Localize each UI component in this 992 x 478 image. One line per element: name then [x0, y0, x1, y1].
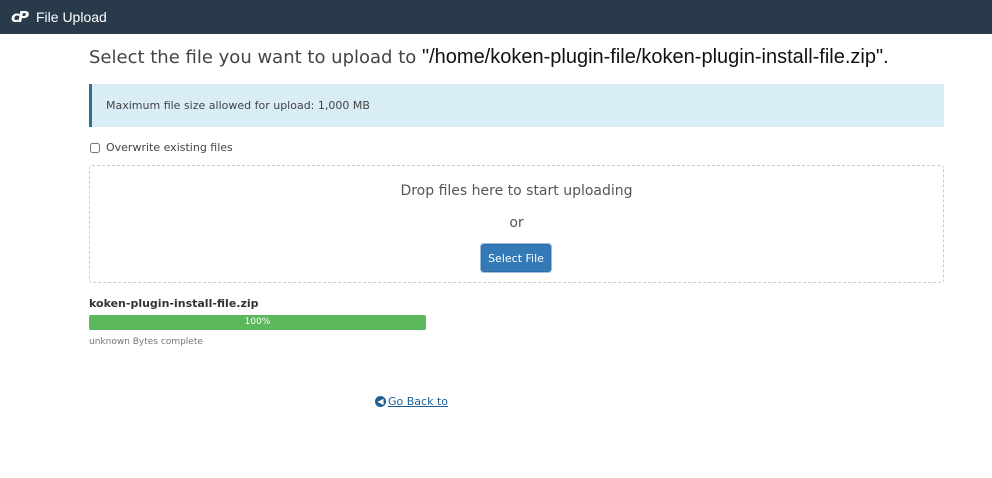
- max-size-alert: Maximum file size allowed for upload: 1,…: [89, 84, 944, 127]
- progress-fill: 100%: [89, 315, 426, 330]
- overwrite-option[interactable]: Overwrite existing files: [89, 141, 233, 154]
- overwrite-checkbox[interactable]: [90, 142, 100, 153]
- drop-instructions: Drop files here to start uploading: [400, 183, 633, 199]
- uploaded-file-name: koken-plugin-install-file.zip: [89, 297, 259, 310]
- overwrite-label: Overwrite existing files: [106, 141, 233, 154]
- alert-text: Maximum file size allowed for upload: 1,…: [106, 99, 370, 112]
- arrow-left-circle-icon: ◀: [375, 396, 386, 407]
- drop-zone[interactable]: Drop files here to start uploading or Se…: [89, 165, 944, 283]
- go-back-link[interactable]: ◀ Go Back to: [375, 395, 448, 408]
- select-file-button[interactable]: Select File: [481, 244, 551, 272]
- upload-status: unknown Bytes complete: [89, 337, 203, 347]
- go-back-label: Go Back to: [388, 395, 448, 408]
- heading-prefix: Select the file you want to upload to: [89, 47, 422, 68]
- or-separator: or: [509, 215, 524, 231]
- upload-path: "/home/koken-plugin-file/koken-plugin-in…: [422, 46, 884, 68]
- cpanel-logo-icon: cP: [11, 8, 29, 26]
- page-heading: Select the file you want to upload to "/…: [89, 46, 969, 69]
- top-bar: cP File Upload: [0, 0, 992, 34]
- app-title: File Upload: [36, 9, 107, 25]
- upload-progress-bar: 100%: [89, 315, 426, 330]
- heading-suffix: .: [883, 46, 889, 68]
